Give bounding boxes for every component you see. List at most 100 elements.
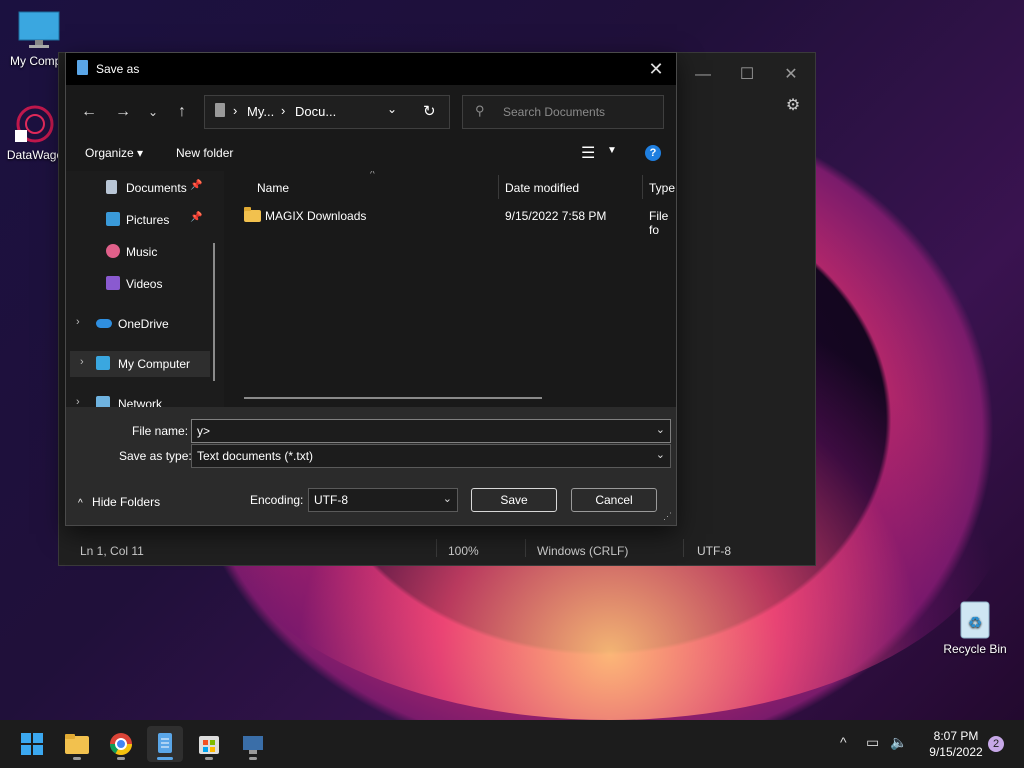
app-button[interactable] [235,726,271,762]
recent-locations-button[interactable]: ⌄ [142,101,164,123]
notification-badge[interactable]: 2 [988,736,1004,752]
encoding-label: Encoding: [250,493,304,507]
dialog-titlebar: Save as ✕ [66,53,676,85]
running-indicator [73,757,81,760]
close-button[interactable]: ✕ [644,57,668,81]
zoom-level: 100% [448,544,479,558]
divider [683,539,684,557]
forward-button[interactable]: → [112,101,134,123]
nav-item-music[interactable]: Music [66,239,206,265]
save-type-label: Save as type: [119,449,192,463]
file-row[interactable]: MAGIX Downloads 9/15/2022 7:58 PM File f… [224,203,676,237]
cancel-button[interactable]: Cancel [571,488,657,512]
nav-item-my-computer[interactable]: › My Computer [70,351,210,377]
chevron-right-icon[interactable]: › [76,316,80,328]
divider [436,539,437,557]
running-indicator [205,757,213,760]
monitor-icon [17,10,61,50]
save-options: File name: y> ⌄ Save as type: Text docum… [66,407,676,525]
volume-icon[interactable]: 🔈 [890,734,907,751]
file-explorer-button[interactable] [59,726,95,762]
save-as-dialog: Save as ✕ ← → ⌄ ↑ › My... › Docu... ⌄ ↻ … [65,52,677,526]
minimize-button[interactable]: — [683,61,723,89]
monitor-icon [96,356,110,370]
running-indicator [117,757,125,760]
breadcrumb-item[interactable]: My... [247,104,274,119]
navigation-bar: ← → ⌄ ↑ › My... › Docu... ⌄ ↻ ⚲ Search D… [66,85,676,135]
notepad-icon [77,60,88,75]
pin-icon: 📌 [190,212,203,223]
file-name-input[interactable]: y> ⌄ [191,419,671,443]
clock-time: 8:07 PM [933,729,979,743]
maximize-button[interactable]: ☐ [727,61,767,89]
chevron-right-icon[interactable]: › [76,396,80,407]
hide-folders-button[interactable]: ^ Hide Folders [78,495,160,509]
nav-item-pictures[interactable]: Pictures 📌 [66,207,206,233]
svg-text:♻: ♻ [968,613,982,632]
cursor-position: Ln 1, Col 11 [80,544,144,558]
nav-item-onedrive[interactable]: › OneDrive [66,311,206,337]
chevron-up-icon: ^ [78,498,83,509]
organize-button[interactable]: Organize ▾ [85,146,143,160]
chevron-down-icon[interactable]: ▼ [607,145,617,156]
horizontal-scrollbar[interactable] [244,397,542,399]
chrome-button[interactable] [103,726,139,762]
notepad-button[interactable] [147,726,183,762]
up-button[interactable]: ↑ [171,101,193,123]
desktop-icon-label: Recycle Bin [943,642,1007,656]
resize-grip[interactable]: ⋰ [663,511,672,522]
breadcrumb-item[interactable]: Docu... [295,104,336,119]
network-icon[interactable]: ▭ [866,734,879,751]
chevron-down-icon[interactable]: ⌄ [443,492,452,505]
videos-icon [106,276,120,290]
dialog-title: Save as [96,62,140,76]
cloud-icon [96,319,112,328]
pictures-icon [106,212,120,226]
address-bar[interactable]: › My... › Docu... ⌄ ↻ [204,95,450,129]
document-icon [106,180,117,194]
scrollbar[interactable] [213,243,215,381]
clock[interactable]: 8:07 PM 9/15/2022 [916,728,996,760]
help-icon[interactable]: ? [645,145,661,161]
chevron-up-icon[interactable]: ^ [840,734,847,750]
folder-icon [244,207,261,222]
search-input[interactable]: ⚲ Search Documents [462,95,664,129]
nav-item-documents[interactable]: Documents 📌 [66,175,206,201]
view-options-icon[interactable]: ☰ [581,143,595,163]
taskbar: ^ ▭ 🔈 8:07 PM 9/15/2022 2 [0,720,1024,768]
file-list: ^ Name Date modified Type MAGIX Download… [224,171,676,407]
document-icon [215,103,225,117]
chevron-down-icon[interactable]: ⌄ [656,448,665,461]
divider [525,539,526,557]
column-header-date[interactable]: Date modified [498,175,643,199]
search-icon: ⚲ [475,103,485,118]
nav-item-network[interactable]: › Network [66,391,206,407]
pin-icon: 📌 [190,180,203,191]
windows-icon [21,733,43,755]
back-button[interactable]: ← [78,101,100,123]
command-bar: Organize ▾ New folder ☰ ▼ ? [66,135,676,171]
desktop-icon-recycle-bin[interactable]: ♻ Recycle Bin [940,598,1010,656]
column-header-name[interactable]: Name [224,175,499,199]
new-folder-button[interactable]: New folder [176,146,233,160]
nav-item-videos[interactable]: Videos [66,271,206,297]
file-name: MAGIX Downloads [265,209,367,223]
column-header-type[interactable]: Type [642,175,676,199]
close-button[interactable]: ✕ [771,61,811,89]
save-button[interactable]: Save [471,488,557,512]
gear-icon[interactable]: ⚙ [781,95,805,119]
file-name-label: File name: [132,424,189,438]
chevron-down-icon[interactable]: ⌄ [387,102,397,116]
search-placeholder: Search Documents [503,105,606,119]
chevron-right-icon[interactable]: › [80,356,84,368]
refresh-icon[interactable]: ↻ [423,102,436,120]
encoding-status: UTF-8 [697,544,731,558]
store-button[interactable] [191,726,227,762]
navigation-pane: Documents 📌 Pictures 📌 Music Videos › On… [66,171,216,407]
network-icon [96,396,110,407]
chevron-down-icon[interactable]: ⌄ [656,423,665,436]
save-type-select[interactable]: Text documents (*.txt) ⌄ [191,444,671,468]
music-icon [106,244,120,258]
encoding-select[interactable]: UTF-8 ⌄ [308,488,458,512]
start-button[interactable] [14,726,50,762]
